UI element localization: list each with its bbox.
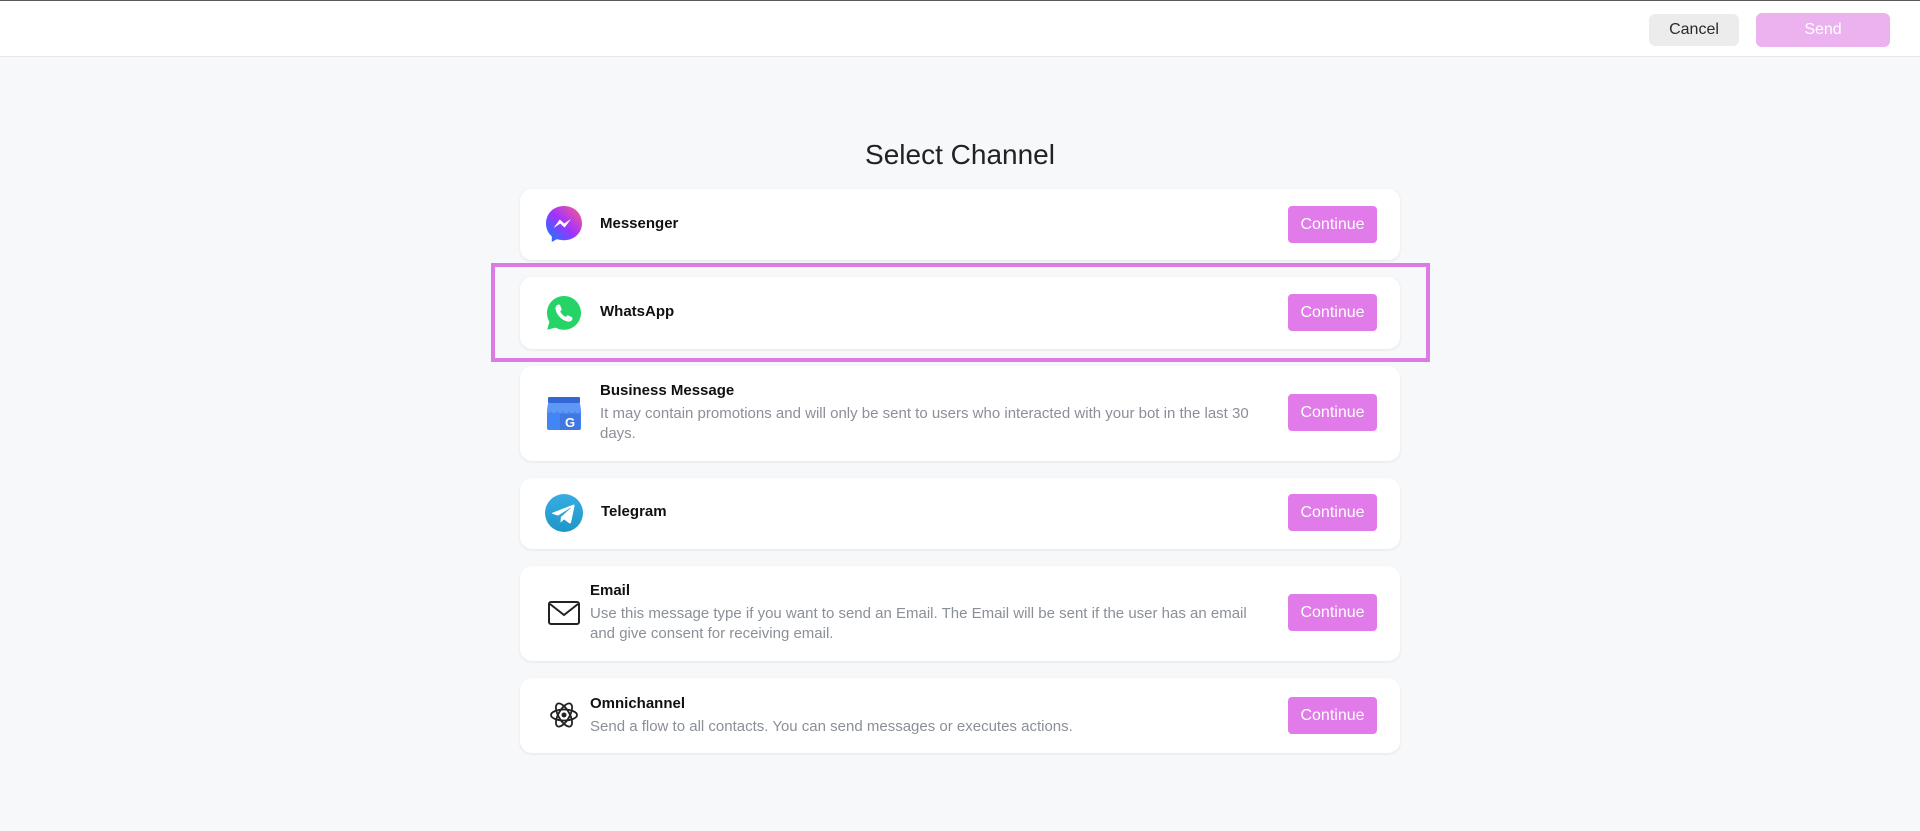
channel-card-email: Email Use this message type if you want … (520, 566, 1400, 661)
channel-card-business-message: G Business Message It may contain promot… (520, 366, 1400, 461)
channel-card-messenger: Messenger Continue (520, 189, 1400, 260)
continue-button-telegram[interactable]: Continue (1288, 494, 1377, 531)
channel-card-omnichannel: Omnichannel Send a flow to all contacts.… (520, 678, 1400, 753)
channel-description: Send a flow to all contacts. You can sen… (590, 718, 1073, 735)
channel-card-telegram: Telegram Continue (520, 478, 1400, 549)
top-bar: Cancel Send (0, 0, 1920, 57)
envelope-icon (544, 593, 584, 633)
channel-name: Business Message (600, 382, 735, 399)
channel-name: Telegram (601, 503, 667, 520)
send-button[interactable]: Send (1756, 13, 1890, 47)
google-business-icon: G (544, 393, 584, 433)
continue-button-omnichannel[interactable]: Continue (1288, 697, 1377, 734)
svg-text:G: G (565, 415, 575, 430)
channel-description: It may contain promotions and will only … (600, 405, 1249, 442)
channel-name: Email (590, 582, 631, 599)
continue-button-email[interactable]: Continue (1288, 594, 1377, 631)
channel-name: Omnichannel (590, 695, 686, 712)
continue-button-business-message[interactable]: Continue (1288, 394, 1377, 431)
cancel-button[interactable]: Cancel (1649, 14, 1739, 46)
atom-icon (544, 695, 584, 735)
telegram-icon (544, 493, 584, 533)
channel-name: Messenger (600, 215, 679, 232)
continue-button-whatsapp[interactable]: Continue (1288, 294, 1377, 331)
messenger-icon (544, 204, 584, 244)
channel-card-whatsapp[interactable]: WhatsApp Continue (520, 277, 1400, 349)
channel-name: WhatsApp (600, 303, 675, 320)
whatsapp-icon (544, 293, 584, 333)
page-title: Select Channel (865, 139, 1055, 170)
channel-description: Use this message type if you want to sen… (590, 605, 1247, 642)
continue-button-messenger[interactable]: Continue (1288, 206, 1377, 243)
